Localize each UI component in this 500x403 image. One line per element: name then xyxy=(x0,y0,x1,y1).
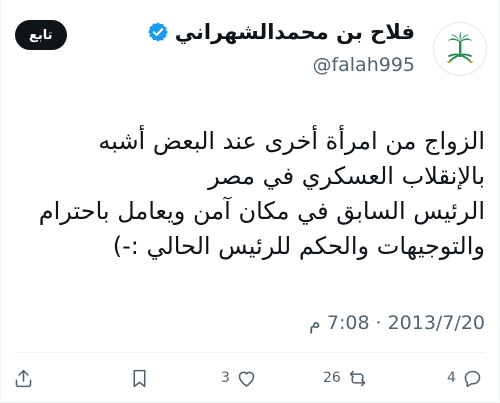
user-handle[interactable]: @falah995 xyxy=(312,54,415,76)
reply-icon xyxy=(464,370,481,387)
timestamp-separator: · xyxy=(375,312,382,334)
like-button[interactable]: 3 xyxy=(221,364,257,392)
retweet-button[interactable]: 26 xyxy=(323,364,368,392)
share-icon xyxy=(15,369,32,387)
bookmark-icon xyxy=(133,369,146,387)
display-name-row: فلاح بن محمدالشهراني xyxy=(147,20,415,44)
action-bar: 3 26 4 xyxy=(1,364,499,394)
like-count: 3 xyxy=(221,370,230,386)
bookmark-button[interactable] xyxy=(129,364,150,392)
tweet-text: الزواج من امرأة أخرى عند البعض أشبه بالإ… xyxy=(15,124,485,264)
reply-count: 4 xyxy=(447,370,456,386)
tweet-time: 7:08 م xyxy=(309,312,370,334)
retweet-icon xyxy=(349,370,366,386)
reply-button[interactable]: 4 xyxy=(447,364,483,392)
tweet-text-line: الزواج من امرأة أخرى عند البعض أشبه xyxy=(98,127,485,155)
retweet-count: 26 xyxy=(323,370,341,386)
saudi-emblem-icon xyxy=(447,32,473,63)
tweet-timestamp[interactable]: 7:08 م · 2013/7/20 xyxy=(309,312,485,334)
tweet-date: 2013/7/20 xyxy=(387,312,485,334)
tweet-text-line: والتوجيهات والحكم للرئيس الحالي :-) xyxy=(112,232,485,260)
tweet-text-line: الرئيس السابق في مكان آمن ويعامل باحترام xyxy=(38,197,485,225)
share-button[interactable] xyxy=(13,364,34,392)
verified-badge-icon xyxy=(147,21,169,43)
tweet-card: فلاح بن محمدالشهراني @falah995 تابع الزو… xyxy=(0,0,500,403)
display-name[interactable]: فلاح بن محمدالشهراني xyxy=(175,20,415,44)
divider xyxy=(15,352,485,353)
like-icon xyxy=(238,371,255,387)
tweet-text-line: بالإنقلاب العسكري في مصر xyxy=(208,162,485,190)
avatar[interactable] xyxy=(433,22,487,76)
follow-button[interactable]: تابع xyxy=(15,20,67,50)
